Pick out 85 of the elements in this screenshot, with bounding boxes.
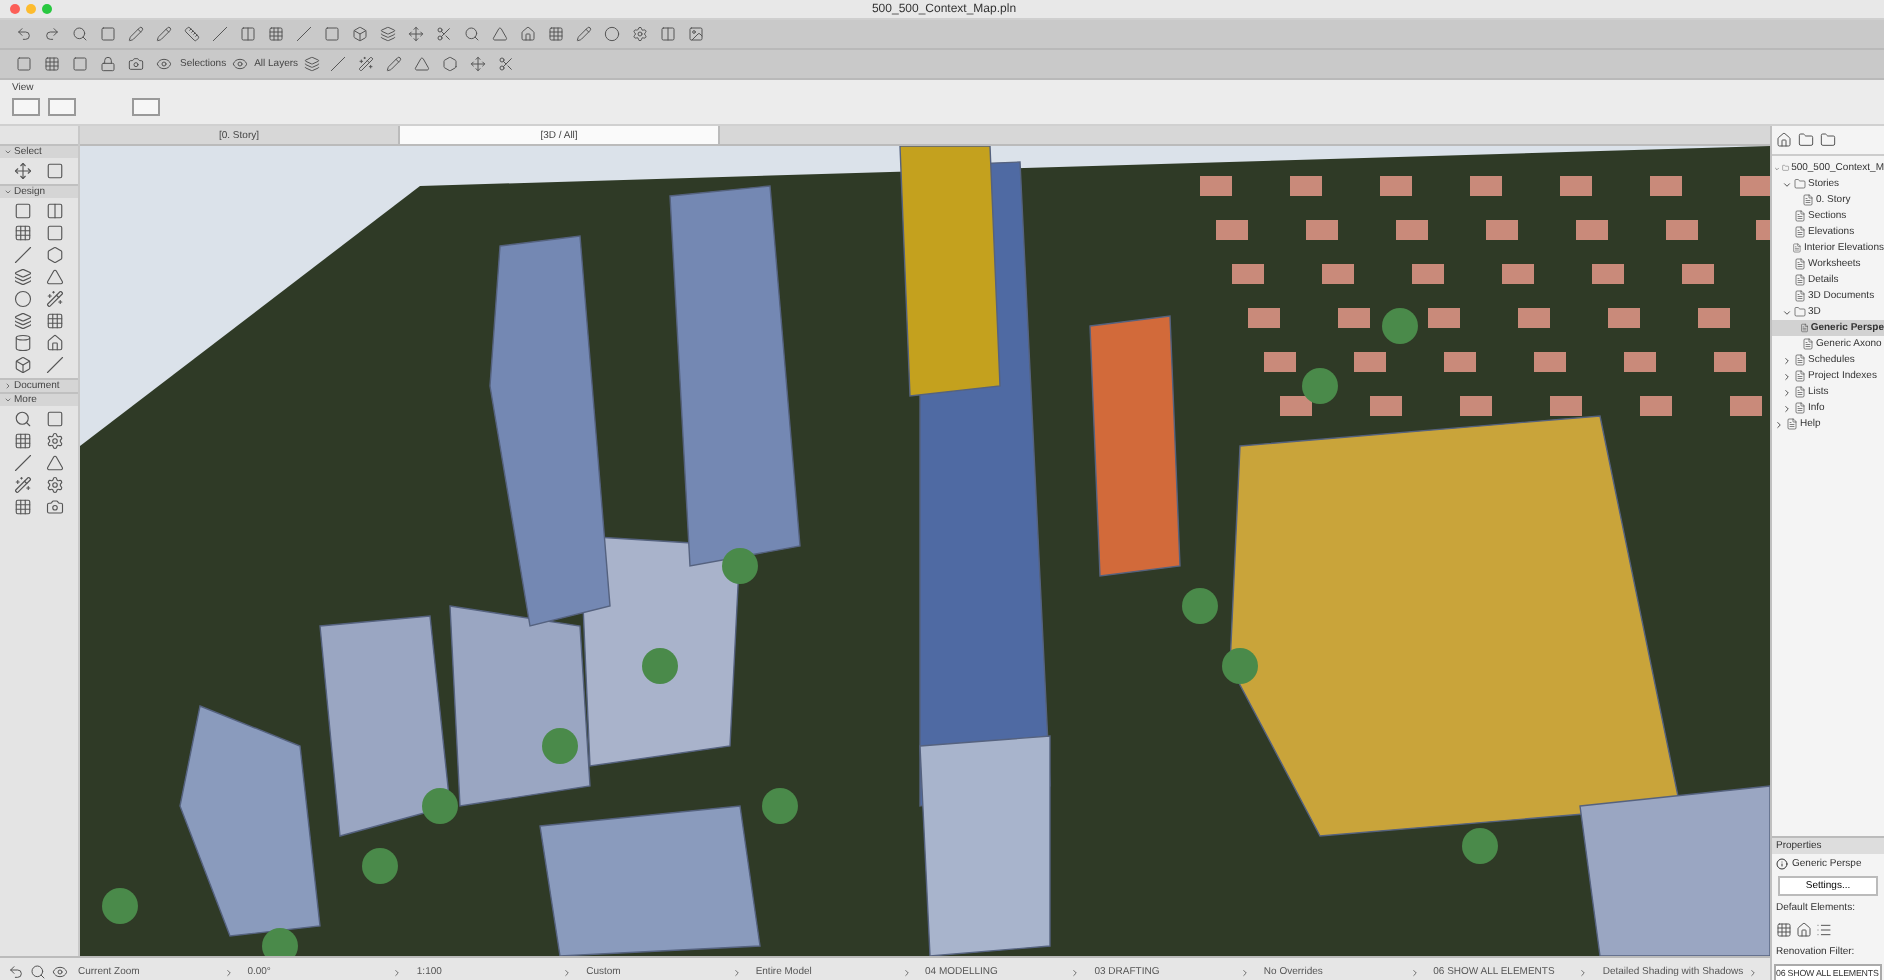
hexagon-icon[interactable] xyxy=(441,56,458,72)
move-icon[interactable] xyxy=(469,56,486,72)
eye-icon[interactable] xyxy=(52,964,68,980)
eye-icon[interactable] xyxy=(232,56,249,72)
square-icon[interactable] xyxy=(15,56,31,72)
list-icon[interactable] xyxy=(1816,922,1832,938)
view-button[interactable] xyxy=(12,98,40,116)
pencil-icon[interactable] xyxy=(385,56,402,72)
chevron-icon xyxy=(1239,967,1250,977)
close-button[interactable] xyxy=(10,4,20,14)
eye-icon[interactable] xyxy=(155,56,171,72)
view-icon xyxy=(1802,338,1814,350)
move-icon[interactable] xyxy=(407,26,423,42)
chevron-icon xyxy=(901,967,912,977)
folder-icon[interactable] xyxy=(1820,132,1836,148)
folder-icon xyxy=(1794,178,1806,190)
zoom-icon[interactable] xyxy=(30,964,46,980)
view-icon xyxy=(1786,418,1798,430)
grid-tool-icon[interactable] xyxy=(13,432,32,450)
view-icon xyxy=(1794,210,1806,222)
folder-icon xyxy=(1794,306,1806,318)
view-icon xyxy=(1802,194,1814,206)
view-icon xyxy=(1794,258,1806,270)
pencil-icon[interactable] xyxy=(127,26,143,42)
square-icon[interactable] xyxy=(71,56,87,72)
view-icon xyxy=(1794,370,1806,382)
view-icon xyxy=(1792,242,1802,254)
grid-icon[interactable] xyxy=(1776,922,1792,938)
line-icon[interactable] xyxy=(211,26,227,42)
chevron-icon xyxy=(1409,967,1420,977)
view-button[interactable] xyxy=(48,98,76,116)
grid-icon[interactable] xyxy=(43,56,59,72)
columns-icon[interactable] xyxy=(659,26,675,42)
arrow-tool-icon[interactable] xyxy=(13,162,32,180)
settings-icon[interactable] xyxy=(631,26,647,42)
wand-icon[interactable] xyxy=(357,56,374,72)
square-icon[interactable] xyxy=(323,26,339,42)
view-icon xyxy=(1794,354,1806,366)
scissors-icon[interactable] xyxy=(435,26,451,42)
chevron-icon xyxy=(731,967,742,977)
columns-icon[interactable] xyxy=(239,26,255,42)
grid-icon[interactable] xyxy=(267,26,283,42)
circle-icon[interactable] xyxy=(603,26,619,42)
grid-icon[interactable] xyxy=(547,26,563,42)
redo-icon[interactable] xyxy=(43,26,59,42)
zoom-icon[interactable] xyxy=(463,26,479,42)
chevron-icon xyxy=(392,967,403,977)
camera-icon[interactable] xyxy=(127,56,143,72)
chevron-icon xyxy=(223,967,234,977)
image-icon[interactable] xyxy=(687,26,703,42)
line-icon[interactable] xyxy=(329,56,346,72)
pencil-icon[interactable] xyxy=(155,26,171,42)
view-icon xyxy=(1799,322,1809,334)
expand-caret-icon[interactable] xyxy=(1782,307,1792,317)
layers-icon[interactable] xyxy=(379,26,395,42)
square-icon[interactable] xyxy=(99,26,115,42)
info-icon xyxy=(1776,858,1788,870)
house-icon[interactable] xyxy=(519,26,535,42)
view-button[interactable] xyxy=(132,98,160,116)
view-icon xyxy=(1794,402,1806,414)
house-icon[interactable] xyxy=(1776,132,1792,148)
chevron-icon xyxy=(1070,967,1081,977)
view-icon xyxy=(1794,386,1806,398)
zoom-icon[interactable] xyxy=(71,26,87,42)
camera-tool-icon[interactable] xyxy=(46,498,65,516)
view-icon xyxy=(1794,274,1806,286)
box-icon[interactable] xyxy=(351,26,367,42)
chevron-icon xyxy=(1578,967,1589,977)
folder-icon xyxy=(1781,162,1790,174)
pencil-icon[interactable] xyxy=(575,26,591,42)
undo-icon[interactable] xyxy=(8,964,24,980)
folder-icon[interactable] xyxy=(1798,132,1814,148)
chevron-icon xyxy=(562,967,573,977)
ruler-icon[interactable] xyxy=(183,26,199,42)
chevron-icon xyxy=(1748,967,1759,977)
layers-icon[interactable] xyxy=(304,56,321,72)
scissors-icon[interactable] xyxy=(497,56,514,72)
house-icon[interactable] xyxy=(1796,922,1812,938)
view-icon xyxy=(1794,290,1806,302)
triangle-icon[interactable] xyxy=(491,26,507,42)
triangle-icon[interactable] xyxy=(413,56,430,72)
line-icon[interactable] xyxy=(295,26,311,42)
undo-icon[interactable] xyxy=(15,26,31,42)
lock-icon[interactable] xyxy=(99,56,115,72)
view-icon xyxy=(1794,226,1806,238)
